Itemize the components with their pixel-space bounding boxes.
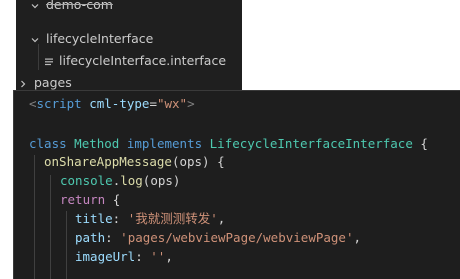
screenshot: demo-com lifecycleInterface lifecycleInt… bbox=[0, 0, 460, 279]
code-line-method: onShareAppMessage(ops) { bbox=[44, 152, 225, 172]
tree-item-demo-com[interactable]: demo-com bbox=[16, 0, 242, 16]
indent-guide bbox=[34, 155, 35, 279]
string-value: '我就测测转发' bbox=[127, 211, 218, 226]
chevron-down-icon bbox=[30, 35, 40, 45]
colon: : bbox=[135, 249, 143, 264]
code-line-title: title: '我就测测转发', bbox=[75, 209, 225, 229]
method-params: (ops) { bbox=[171, 154, 225, 169]
property-key: imageUrl bbox=[75, 249, 136, 264]
code-line-path: path: 'pages/webviewPage/webviewPage', bbox=[75, 228, 361, 248]
tag-bracket: > bbox=[187, 96, 195, 111]
tree-item-interface-file[interactable]: lifecycleInterface.interface bbox=[16, 50, 242, 72]
attr-value: "wx" bbox=[156, 96, 188, 111]
keyword-class: class bbox=[29, 136, 67, 151]
property-key: title bbox=[75, 211, 113, 226]
keyword-implements: implements bbox=[126, 136, 203, 151]
code-line-image-url: imageUrl: '', bbox=[75, 247, 173, 267]
tree-item-label: pages bbox=[34, 75, 72, 90]
code-line-script-tag: <script cml-type="wx"> bbox=[29, 94, 195, 114]
tree-item-pages[interactable]: pages bbox=[16, 72, 242, 90]
tree-item-label: lifecycleInterface bbox=[46, 31, 154, 46]
indent-guide bbox=[50, 175, 51, 279]
string-value: 'pages/webviewPage/webviewPage' bbox=[120, 230, 354, 245]
colon: : bbox=[105, 230, 113, 245]
equals: = bbox=[149, 96, 157, 111]
object-name: console bbox=[60, 173, 113, 188]
interface-name: LifecycleInterfaceInterface bbox=[209, 136, 413, 151]
lines-file-icon bbox=[44, 57, 54, 67]
brace: { bbox=[112, 192, 121, 207]
file-explorer: demo-com lifecycleInterface lifecycleInt… bbox=[16, 0, 242, 90]
tree-item-label: lifecycleInterface.interface bbox=[59, 53, 227, 68]
chevron-down-icon bbox=[30, 1, 40, 11]
brace: { bbox=[420, 136, 428, 151]
code-line-console-log: console.log(ops) bbox=[60, 171, 180, 191]
tree-item-label: demo-com bbox=[46, 0, 113, 12]
function-name: log bbox=[120, 173, 143, 188]
code-editor[interactable]: <script cml-type="wx"> class Method impl… bbox=[13, 90, 460, 279]
tree-item-lifecycle-interface[interactable]: lifecycleInterface bbox=[16, 28, 242, 50]
string-value: '' bbox=[150, 249, 166, 264]
attr-name: cml-type bbox=[89, 96, 150, 111]
class-name: Method bbox=[74, 136, 120, 151]
tag-name: script bbox=[36, 96, 82, 111]
comma: , bbox=[353, 230, 361, 245]
method-name: onShareAppMessage bbox=[44, 154, 172, 169]
call-args: (ops) bbox=[142, 173, 181, 188]
chevron-right-icon bbox=[18, 79, 28, 89]
keyword-return: return bbox=[60, 192, 106, 207]
colon: : bbox=[112, 211, 121, 226]
indent-guide bbox=[66, 211, 67, 279]
code-line-class-decl: class Method implements LifecycleInterfa… bbox=[29, 134, 428, 154]
comma: , bbox=[217, 211, 226, 226]
tag-bracket: < bbox=[29, 96, 37, 111]
comma: , bbox=[165, 249, 173, 264]
property-key: path bbox=[75, 230, 106, 245]
code-line-return: return { bbox=[60, 190, 120, 210]
